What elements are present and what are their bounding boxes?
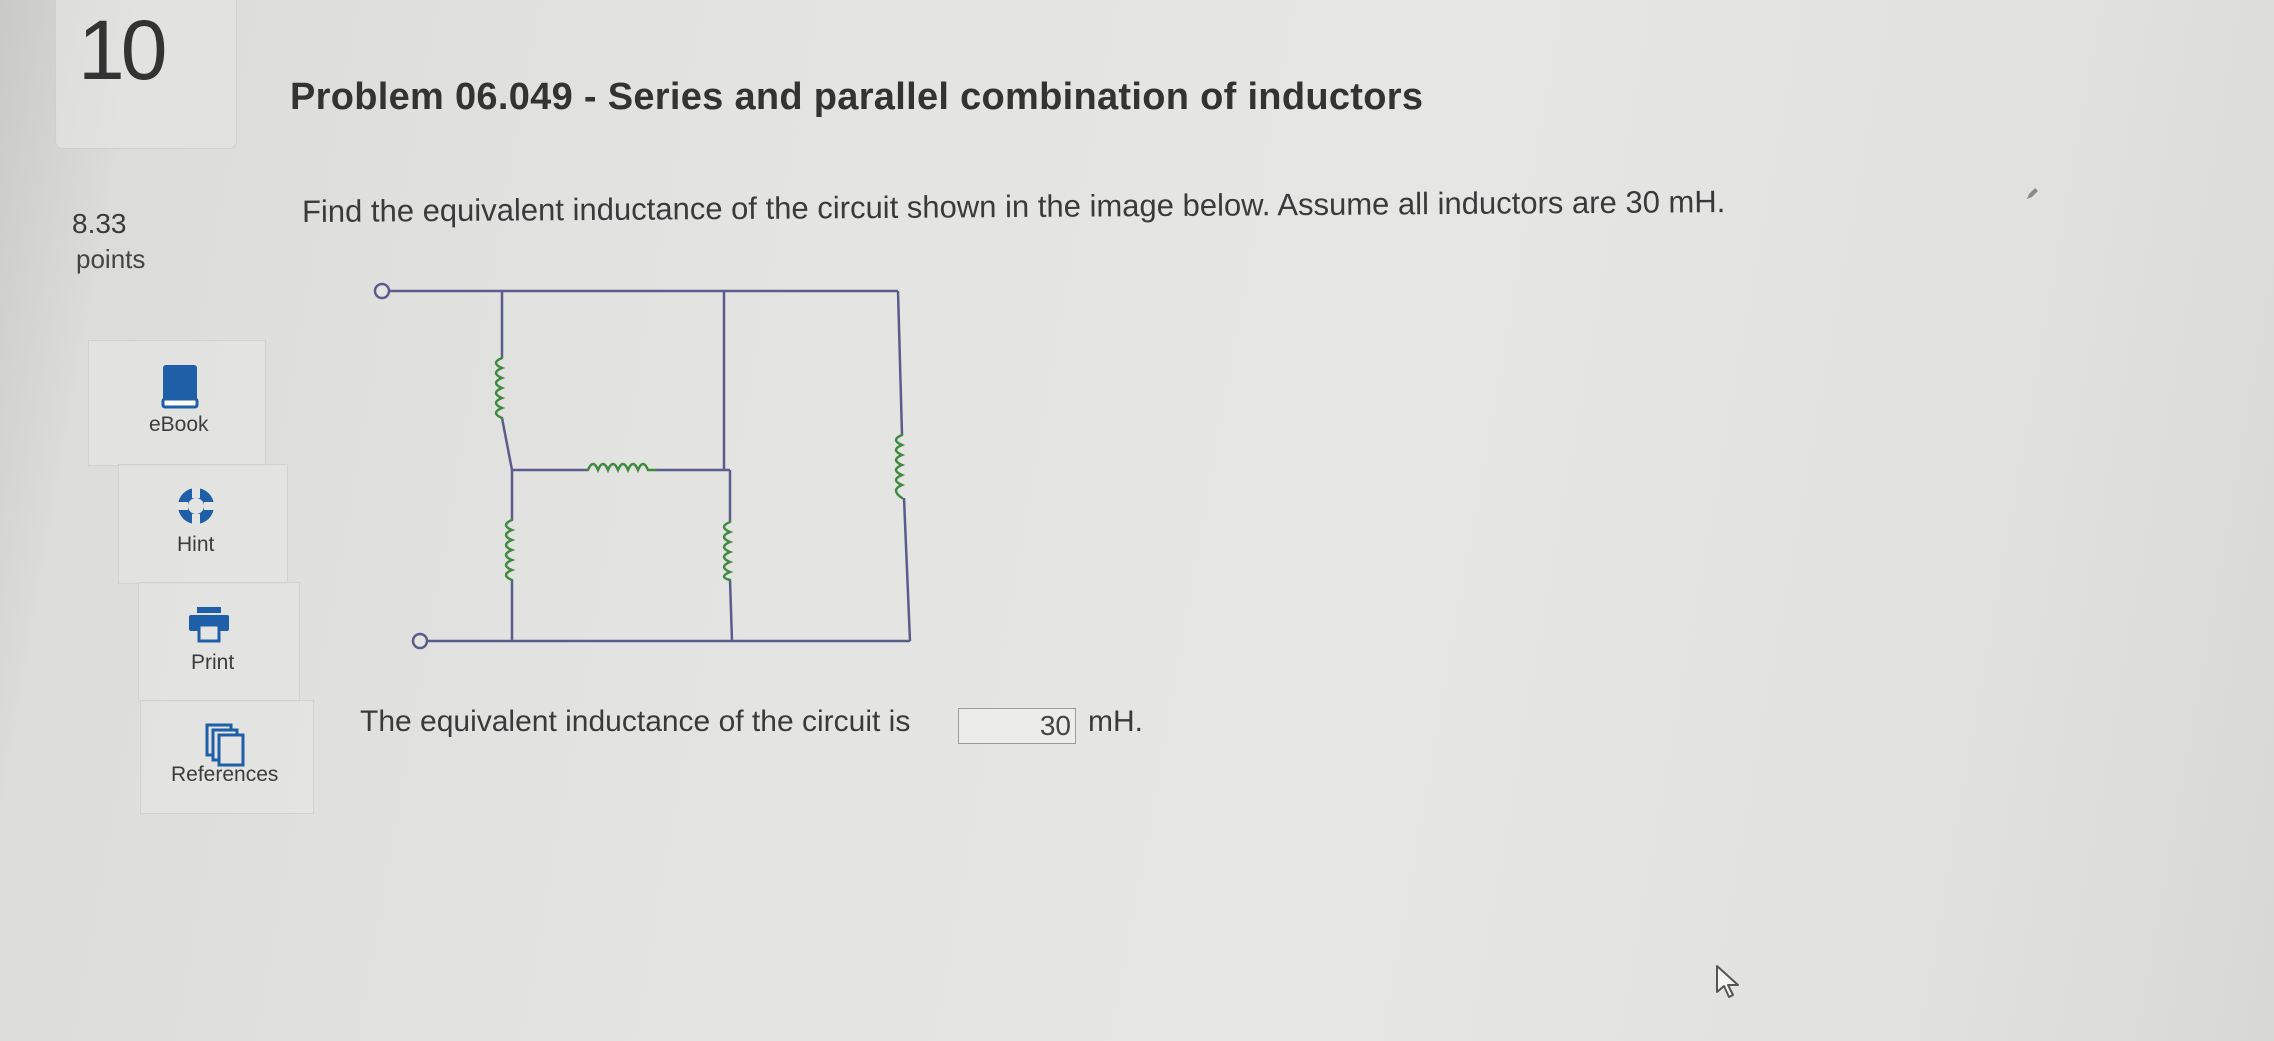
inductor-4	[722, 520, 734, 582]
terminal-bottom	[411, 632, 429, 650]
references-button[interactable]: References	[140, 700, 314, 814]
print-label: Print	[191, 651, 235, 674]
question-prompt: Find the equivalent inductance of the ci…	[301, 184, 1726, 229]
inductor-5	[894, 433, 906, 500]
answer-unit: mH.	[1088, 705, 1143, 738]
mouse-pointer-icon	[1716, 965, 1739, 998]
references-label: References	[171, 763, 279, 786]
inductor-2	[586, 462, 658, 474]
ebook-button[interactable]: eBook	[88, 340, 266, 466]
book-icon	[161, 365, 199, 409]
pencil-icon	[2027, 188, 2038, 199]
points-label: points	[76, 244, 146, 274]
lifebuoy-icon	[178, 488, 214, 524]
printer-icon	[189, 607, 229, 643]
print-button[interactable]: Print	[138, 582, 300, 702]
inductor-3	[504, 518, 516, 582]
inductor-1	[494, 356, 506, 420]
circuit-diagram	[373, 282, 912, 650]
points-value: 8.33	[72, 208, 127, 239]
problem-title: Problem 06.049 - Series and parallel com…	[290, 76, 1424, 118]
ebook-label: eBook	[149, 413, 209, 436]
terminal-top	[373, 282, 391, 300]
answer-prompt: The equivalent inductance of the circuit…	[360, 705, 911, 738]
hint-button[interactable]: Hint	[118, 464, 288, 584]
inductance-answer-input[interactable]: 30	[958, 708, 1076, 744]
question-number: 10	[78, 3, 167, 97]
documents-icon	[205, 723, 245, 767]
hint-label: Hint	[177, 533, 215, 556]
